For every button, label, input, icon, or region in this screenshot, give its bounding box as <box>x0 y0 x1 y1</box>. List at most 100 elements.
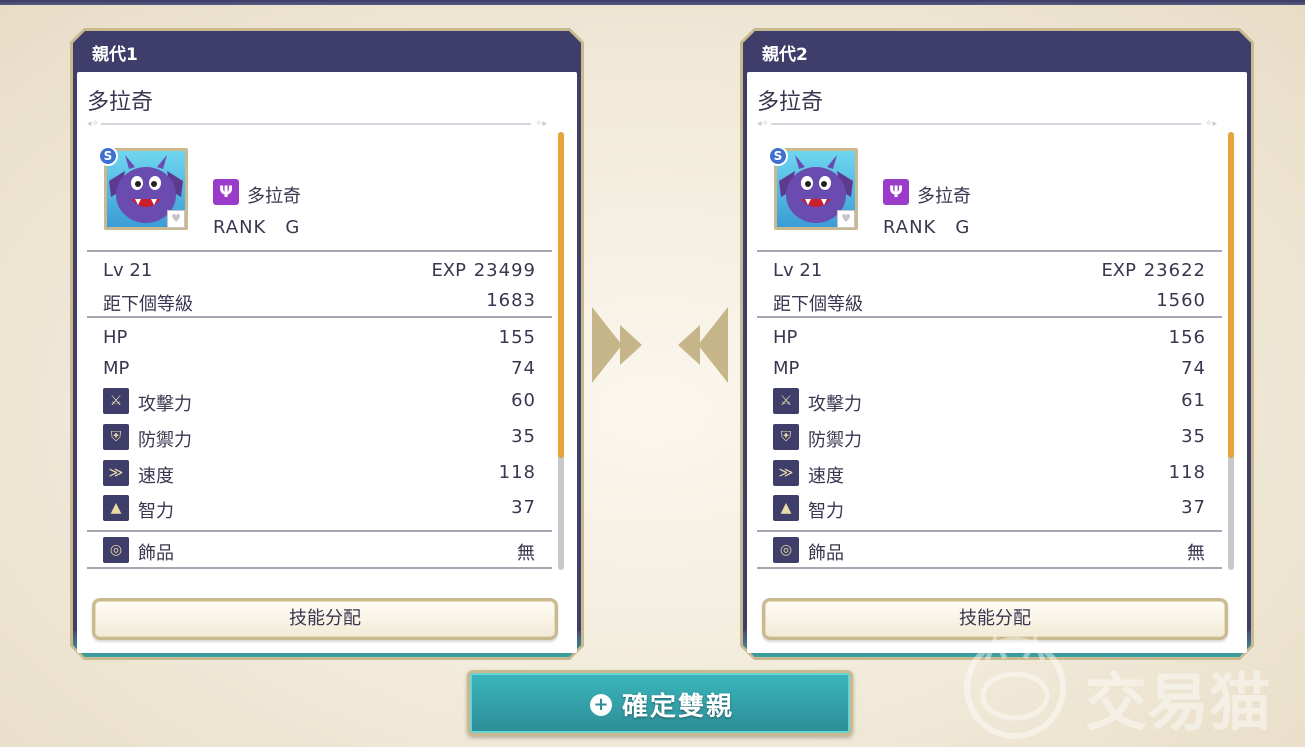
intelligence-row: ▲ 智力 37 <box>87 495 552 523</box>
rank: RANK G <box>883 217 971 238</box>
watermark-text: 交易猫 <box>1085 666 1272 739</box>
exp-value: 23622 <box>1143 260 1206 281</box>
hp-value: 156 <box>1168 327 1206 348</box>
devil-family-icon: Ψ <box>883 179 909 205</box>
favorite-heart-icon[interactable]: ♥ <box>167 210 185 228</box>
agility-value: 118 <box>498 462 536 483</box>
level: Lv 21 <box>773 260 823 281</box>
mp-row: MP 74 <box>757 358 1222 384</box>
attack-label: 攻擊力 <box>808 394 862 415</box>
species-name: 多拉奇 <box>917 186 971 207</box>
top-bar <box>0 0 1305 5</box>
ornament-divider: ◂✧ ✧▸ <box>87 119 548 129</box>
plus-icon: + <box>590 694 612 716</box>
defense-value: 35 <box>511 426 536 447</box>
exp-label: EXP <box>1101 260 1136 281</box>
intelligence-row: ▲ 智力 37 <box>757 495 1222 523</box>
panel-title: 親代2 <box>762 45 808 65</box>
divider <box>87 316 552 318</box>
defense-row: ⛨ 防禦力 35 <box>757 424 1222 452</box>
ring-icon: ◎ <box>103 537 129 563</box>
defense-row: ⛨ 防禦力 35 <box>87 424 552 452</box>
mp-row: MP 74 <box>87 358 552 384</box>
divider <box>757 250 1222 252</box>
confirm-parents-label: 確定雙親 <box>622 692 735 722</box>
level-row: Lv 21 EXP 23622 <box>757 260 1222 286</box>
accessory-row[interactable]: ◎ 飾品 無 <box>757 537 1222 565</box>
divider <box>87 567 552 569</box>
attack-label: 攻擊力 <box>138 394 192 415</box>
to-next-label: 距下個等級 <box>103 294 193 315</box>
divider <box>757 316 1222 318</box>
to-next-label: 距下個等級 <box>773 294 863 315</box>
graduation-cap-icon: ▲ <box>103 495 129 521</box>
intelligence-label: 智力 <box>808 501 844 522</box>
agility-label: 速度 <box>138 466 174 487</box>
to-next-row: 距下個等級 1560 <box>757 290 1222 316</box>
agility-label: 速度 <box>808 466 844 487</box>
level-row: Lv 21 EXP 23499 <box>87 260 552 286</box>
accessory-row[interactable]: ◎ 飾品 無 <box>87 537 552 565</box>
hp-label: HP <box>103 327 128 348</box>
mp-value: 74 <box>1181 358 1206 379</box>
accessory-label: 飾品 <box>138 543 174 564</box>
favorite-heart-icon[interactable]: ♥ <box>837 210 855 228</box>
exp-label: EXP <box>431 260 466 281</box>
hp-row: HP 155 <box>87 327 552 353</box>
hp-value: 155 <box>498 327 536 348</box>
divider <box>757 567 1222 569</box>
accessory-value: 無 <box>517 543 536 564</box>
merge-arrows-icon <box>592 307 728 383</box>
mp-label: MP <box>103 358 130 379</box>
skill-allocation-button[interactable]: 技能分配 <box>92 598 558 640</box>
shield-icon: ⛨ <box>773 424 799 450</box>
defense-value: 35 <box>1181 426 1206 447</box>
ring-icon: ◎ <box>773 537 799 563</box>
boot-icon: ≫ <box>103 460 129 486</box>
graduation-cap-icon: ▲ <box>773 495 799 521</box>
accessory-value: 無 <box>1187 543 1206 564</box>
to-next-value: 1560 <box>1156 290 1206 311</box>
intelligence-value: 37 <box>1181 497 1206 518</box>
sword-icon: ⚔ <box>773 388 799 414</box>
level: Lv 21 <box>103 260 153 281</box>
hp-row: HP 156 <box>757 327 1222 353</box>
sword-icon: ⚔ <box>103 388 129 414</box>
monster-name: 多拉奇 <box>757 90 824 115</box>
defense-label: 防禦力 <box>808 430 862 451</box>
mp-value: 74 <box>511 358 536 379</box>
scrollbar-thumb[interactable] <box>1228 132 1234 458</box>
attack-row: ⚔ 攻擊力 60 <box>87 388 552 416</box>
divider <box>757 530 1222 532</box>
rank: RANK G <box>213 217 301 238</box>
devil-family-icon: Ψ <box>213 179 239 205</box>
divider <box>87 250 552 252</box>
scrollbar-thumb[interactable] <box>558 132 564 458</box>
attack-row: ⚔ 攻擊力 61 <box>757 388 1222 416</box>
attack-value: 61 <box>1181 390 1206 411</box>
divider <box>87 530 552 532</box>
exp-value: 23499 <box>473 260 536 281</box>
confirm-parents-button[interactable]: + 確定雙親 <box>467 670 853 736</box>
size-badge: S <box>768 146 788 166</box>
parent-panel-1: 親代1 多拉奇 ◂✧ ✧▸ S ♥ Ψ 多拉奇 RANK G Lv 21 EXP… <box>70 28 584 660</box>
ornament-divider: ◂✧ ✧▸ <box>757 119 1218 129</box>
shield-icon: ⛨ <box>103 424 129 450</box>
agility-row: ≫ 速度 118 <box>87 460 552 488</box>
accessory-label: 飾品 <box>808 543 844 564</box>
panel-title: 親代1 <box>92 45 138 65</box>
watermark: 交易猫 <box>955 630 1285 740</box>
parent-panel-2: 親代2 多拉奇 ◂✧ ✧▸ S ♥ Ψ 多拉奇 RANK G Lv 21 EXP… <box>740 28 1254 660</box>
intelligence-value: 37 <box>511 497 536 518</box>
cat-logo-icon <box>964 634 1066 739</box>
hp-label: HP <box>773 327 798 348</box>
to-next-row: 距下個等級 1683 <box>87 290 552 316</box>
attack-value: 60 <box>511 390 536 411</box>
monster-name: 多拉奇 <box>87 90 154 115</box>
agility-row: ≫ 速度 118 <box>757 460 1222 488</box>
boot-icon: ≫ <box>773 460 799 486</box>
species-name: 多拉奇 <box>247 186 301 207</box>
defense-label: 防禦力 <box>138 430 192 451</box>
mp-label: MP <box>773 358 800 379</box>
panel-body: 多拉奇 ◂✧ ✧▸ S ♥ Ψ 多拉奇 RANK G <box>747 72 1247 653</box>
